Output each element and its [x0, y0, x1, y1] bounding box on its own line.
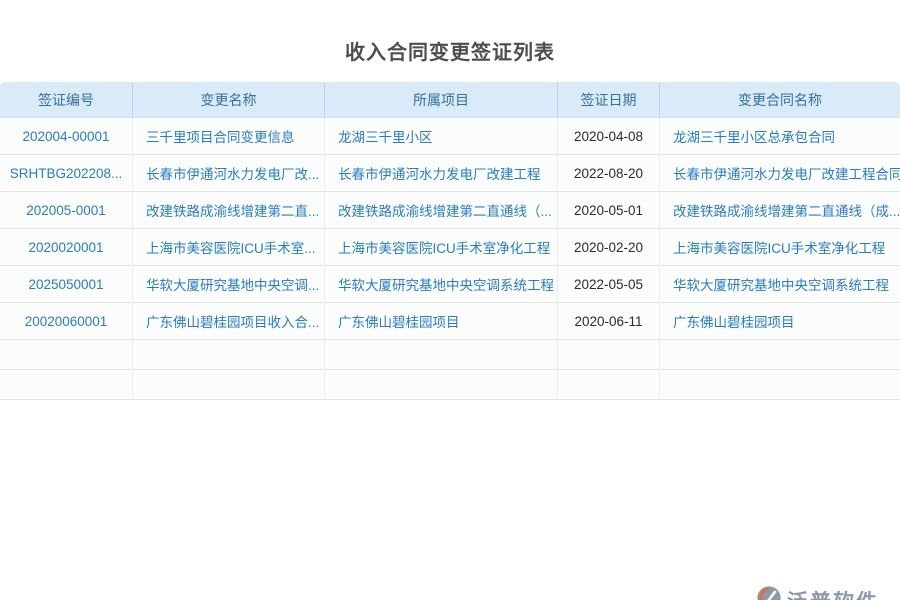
column-header-visa-no: 签证编号: [0, 82, 133, 118]
table-row: SRHTBG202208...长春市伊通河水力发电厂改...长春市伊通河水力发电…: [0, 155, 900, 192]
cell-visa-date: 2020-02-20: [558, 229, 660, 266]
cell-contract-name[interactable]: 广东佛山碧桂园项目: [660, 303, 900, 340]
cell-project[interactable]: 长春市伊通河水力发电厂改建工程: [325, 155, 558, 192]
empty-cell: [133, 340, 325, 370]
cell-contract-name[interactable]: 上海市美容医院ICU手术室净化工程: [660, 229, 900, 266]
empty-cell: [660, 340, 900, 370]
empty-cell: [133, 370, 325, 400]
fanpu-logo-icon: [755, 584, 783, 600]
column-header-contract-name: 变更合同名称: [660, 82, 900, 118]
cell-visa-no[interactable]: 2025050001: [0, 266, 133, 303]
cell-visa-date: 2022-05-05: [558, 266, 660, 303]
cell-visa-date: 2020-06-11: [558, 303, 660, 340]
cell-contract-name[interactable]: 龙湖三千里小区总承包合同: [660, 118, 900, 155]
cell-visa-no[interactable]: 202004-00001: [0, 118, 133, 155]
cell-contract-name[interactable]: 改建铁路成渝线增建第二直通线（成...: [660, 192, 900, 229]
empty-cell: [660, 370, 900, 400]
cell-visa-date: 2022-08-20: [558, 155, 660, 192]
empty-table-row: [0, 370, 900, 400]
cell-contract-name[interactable]: 长春市伊通河水力发电厂改建工程合同: [660, 155, 900, 192]
cell-project[interactable]: 龙湖三千里小区: [325, 118, 558, 155]
table-row: 202005-0001改建铁路成渝线增建第二直...改建铁路成渝线增建第二直通线…: [0, 192, 900, 229]
empty-cell: [558, 370, 660, 400]
column-header-project: 所属项目: [325, 82, 558, 118]
cell-visa-no[interactable]: 2020020001: [0, 229, 133, 266]
brand-name: 泛普软件: [787, 586, 879, 600]
cell-change-name[interactable]: 改建铁路成渝线增建第二直...: [133, 192, 325, 229]
cell-project[interactable]: 华软大厦研究基地中央空调系统工程: [325, 266, 558, 303]
cell-project[interactable]: 改建铁路成渝线增建第二直通线（...: [325, 192, 558, 229]
cell-change-name[interactable]: 长春市伊通河水力发电厂改...: [133, 155, 325, 192]
page-title: 收入合同变更签证列表: [0, 40, 900, 66]
empty-cell: [325, 370, 558, 400]
column-header-visa-date: 签证日期: [558, 82, 660, 118]
cell-change-name[interactable]: 华软大厦研究基地中央空调...: [133, 266, 325, 303]
table-header: 签证编号 变更名称 所属项目 签证日期 变更合同名称: [0, 82, 900, 118]
column-header-change-name: 变更名称: [133, 82, 325, 118]
empty-table-row: [0, 340, 900, 370]
cell-change-name[interactable]: 三千里项目合同变更信息: [133, 118, 325, 155]
cell-project[interactable]: 上海市美容医院ICU手术室净化工程: [325, 229, 558, 266]
table-row: 2020020001上海市美容医院ICU手术室...上海市美容医院ICU手术室净…: [0, 229, 900, 266]
header-row: 签证编号 变更名称 所属项目 签证日期 变更合同名称: [0, 82, 900, 118]
cell-change-name[interactable]: 广东佛山碧桂园项目收入合...: [133, 303, 325, 340]
empty-cell: [0, 370, 133, 400]
table-row: 20020060001广东佛山碧桂园项目收入合...广东佛山碧桂园项目2020-…: [0, 303, 900, 340]
cell-contract-name[interactable]: 华软大厦研究基地中央空调系统工程: [660, 266, 900, 303]
page: 收入合同变更签证列表 签证编号 变更名称 所属项目 签证日期 变更合同名称 20…: [0, 40, 900, 600]
cell-change-name[interactable]: 上海市美容医院ICU手术室...: [133, 229, 325, 266]
cell-project[interactable]: 广东佛山碧桂园项目: [325, 303, 558, 340]
table-body: 202004-00001三千里项目合同变更信息龙湖三千里小区2020-04-08…: [0, 118, 900, 400]
cell-visa-no[interactable]: SRHTBG202208...: [0, 155, 133, 192]
empty-cell: [558, 340, 660, 370]
brand-watermark: 泛普软件 www.fanpusoft.com: [742, 584, 892, 600]
cell-visa-date: 2020-04-08: [558, 118, 660, 155]
table-row: 2025050001华软大厦研究基地中央空调...华软大厦研究基地中央空调系统工…: [0, 266, 900, 303]
income-contract-change-visa-table: 签证编号 变更名称 所属项目 签证日期 变更合同名称 202004-00001三…: [0, 82, 900, 400]
empty-cell: [0, 340, 133, 370]
empty-cell: [325, 340, 558, 370]
cell-visa-no[interactable]: 20020060001: [0, 303, 133, 340]
table-row: 202004-00001三千里项目合同变更信息龙湖三千里小区2020-04-08…: [0, 118, 900, 155]
cell-visa-no[interactable]: 202005-0001: [0, 192, 133, 229]
cell-visa-date: 2020-05-01: [558, 192, 660, 229]
